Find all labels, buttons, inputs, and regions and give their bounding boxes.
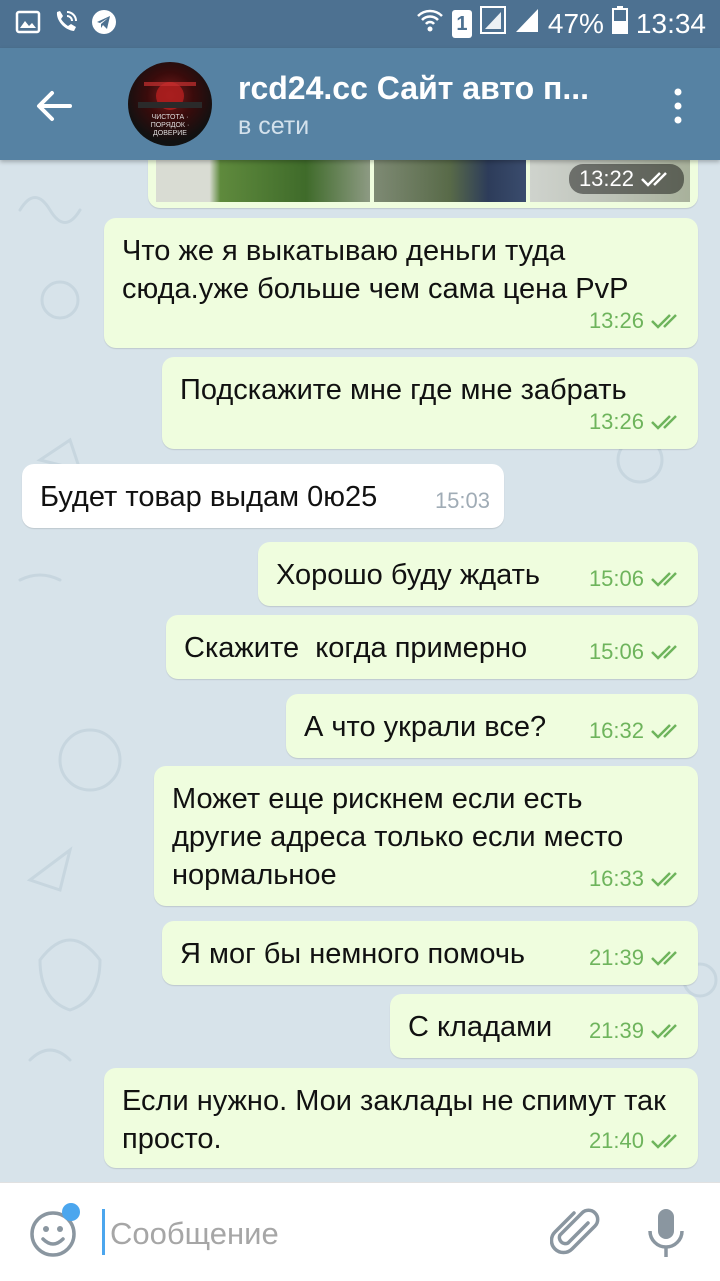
message-time: 21:40 <box>588 1128 644 1153</box>
message-time: 21:39 <box>588 945 644 970</box>
message-time: 15:06 <box>588 639 644 664</box>
message-bubble-outgoing[interactable]: Что же я выкатываю деньги туда сюда.уже … <box>104 218 698 348</box>
message-composer <box>0 1182 720 1281</box>
photo-message[interactable]: 13:22 <box>148 160 698 208</box>
message-meta: 13:26 <box>589 403 684 441</box>
photo-thumbnail[interactable] <box>374 160 526 202</box>
message-bubble-outgoing[interactable]: С кладами 21:39 <box>390 994 698 1058</box>
message-bubble-outgoing[interactable]: Хорошо буду ждать 15:06 <box>258 542 698 606</box>
message-bubble-outgoing[interactable]: Я мог бы немного помочь 21:39 <box>162 921 698 985</box>
message-time: 15:06 <box>588 566 644 591</box>
message-meta: 21:39 <box>589 1012 684 1050</box>
read-ticks-icon <box>651 314 677 329</box>
message-time: 16:32 <box>588 718 644 743</box>
chat-title[interactable]: rcd24.cc Сайт авто п... <box>238 70 628 107</box>
wifi-icon <box>416 7 444 40</box>
message-input[interactable] <box>108 1211 532 1257</box>
message-meta: 15:03 <box>435 482 490 520</box>
message-time: 13:26 <box>588 308 644 333</box>
telegram-icon <box>90 8 118 36</box>
message-meta: 15:06 <box>589 560 684 598</box>
read-ticks-icon <box>641 172 667 187</box>
chat-status: в сети <box>238 112 310 140</box>
chat-area[interactable]: 13:22 Что же я выкатываю деньги туда сюд… <box>0 160 720 1182</box>
read-ticks-icon <box>651 415 677 430</box>
message-time: 16:33 <box>588 866 644 891</box>
message-bubble-outgoing[interactable]: Скажите когда примерно 15:06 <box>166 615 698 679</box>
microphone-icon[interactable] <box>646 1207 686 1261</box>
message-meta: 21:39 <box>589 939 684 977</box>
attach-icon[interactable] <box>549 1207 602 1259</box>
read-ticks-icon <box>651 645 677 660</box>
message-meta: 13:26 <box>589 302 684 340</box>
emoji-notification-dot <box>62 1203 80 1221</box>
read-ticks-icon <box>651 572 677 587</box>
message-bubble-outgoing[interactable]: Если нужно. Мои заклады не спимут так пр… <box>104 1068 698 1168</box>
chat-header: ЧИСТОТА · ПОРЯДОК · ДОВЕРИЕ rcd24.cc Сай… <box>0 48 720 160</box>
back-arrow-icon[interactable] <box>30 82 78 130</box>
read-ticks-icon <box>651 1134 677 1149</box>
avatar[interactable]: ЧИСТОТА · ПОРЯДОК · ДОВЕРИЕ <box>128 62 212 146</box>
photo-thumbnail[interactable] <box>156 160 370 202</box>
message-text: Подскажите мне где мне забрать <box>180 374 627 406</box>
gallery-icon <box>14 8 42 36</box>
message-time: 15:03 <box>434 488 490 513</box>
message-bubble-outgoing[interactable]: А что украли все? 16:32 <box>286 694 698 758</box>
message-bubble-outgoing[interactable]: Может еще рискнем если есть другие адрес… <box>154 766 698 906</box>
message-bubble-outgoing[interactable]: Подскажите мне где мне забрать 13:26 <box>162 357 698 449</box>
message-bubble-incoming[interactable]: Будет товар выдам 0ю25 15:03 <box>22 464 504 528</box>
signal-icon <box>514 6 540 41</box>
message-text: Что же я выкатываю деньги туда сюда.уже … <box>122 235 629 305</box>
clock: 13:34 <box>635 7 706 39</box>
read-ticks-icon <box>651 1024 677 1039</box>
sim-badge: 1 <box>451 9 472 38</box>
message-text: Будет товар выдам 0ю25 <box>40 481 378 513</box>
message-meta: 21:40 <box>589 1122 684 1160</box>
read-ticks-icon <box>651 951 677 966</box>
read-ticks-icon <box>651 872 677 887</box>
message-meta: 16:32 <box>589 712 684 750</box>
message-time: 21:39 <box>588 1018 644 1043</box>
avatar-caption: ЧИСТОТА · ПОРЯДОК · ДОВЕРИЕ <box>150 114 190 137</box>
text-cursor <box>102 1209 105 1255</box>
battery-icon <box>611 6 628 41</box>
message-time: 13:26 <box>588 409 644 434</box>
status-bar: 1 47% 13:34 <box>0 0 720 48</box>
message-meta: 15:06 <box>589 633 684 671</box>
read-ticks-icon <box>651 724 677 739</box>
wifi-calling-icon <box>52 8 80 36</box>
message-meta: 16:33 <box>589 860 684 898</box>
photo-timestamp: 13:22 <box>568 164 684 194</box>
more-menu-icon[interactable] <box>666 86 690 126</box>
battery-level: 47% <box>547 7 604 39</box>
sim-signal-icon <box>479 6 506 41</box>
